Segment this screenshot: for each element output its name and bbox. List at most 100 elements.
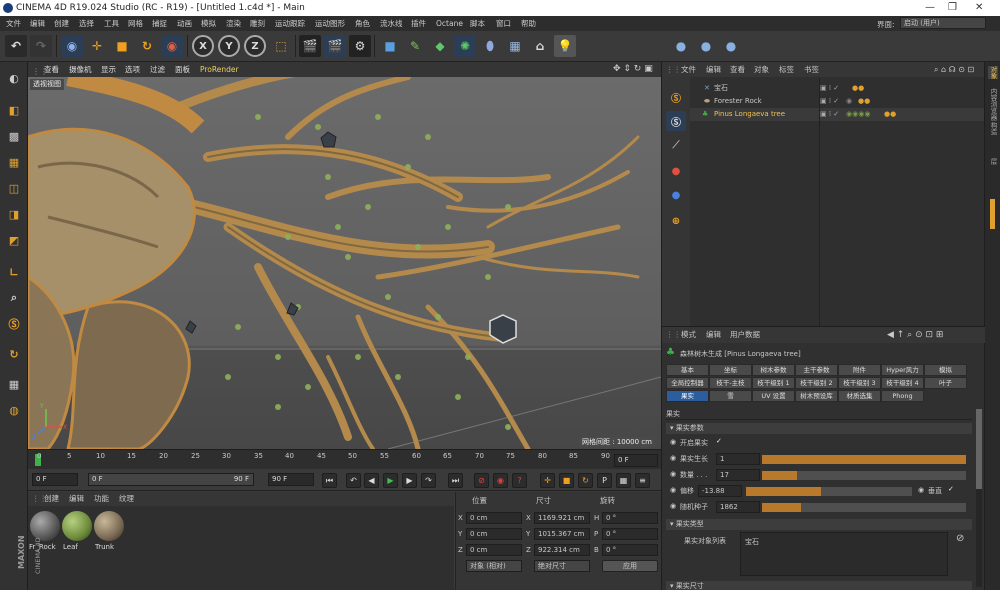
tab-layers[interactable]: 层 <box>988 158 998 165</box>
random-seed-slider[interactable] <box>762 503 966 512</box>
model-mode-icon[interactable]: ◧ <box>3 99 25 121</box>
points-mode-icon[interactable]: ◫ <box>3 177 25 199</box>
end-frame-field[interactable]: 90 F <box>268 473 314 486</box>
object-name[interactable]: Pinus Longaeva tree <box>714 108 785 121</box>
x-axis-lock-icon[interactable]: X <box>192 35 214 57</box>
visibility-icon[interactable]: ▣ ⁞ ✓ <box>820 95 839 108</box>
tab-structure[interactable]: 构造 <box>988 122 998 135</box>
rotation-p-field[interactable]: 0 ° <box>602 528 658 540</box>
visibility-icon[interactable]: ▣ ⁞ ✓ <box>820 82 839 95</box>
axis-mode-icon[interactable]: ∟ <box>3 261 25 283</box>
move-icon[interactable]: ✛ <box>86 35 108 57</box>
object-row-selected[interactable]: ♣ Pinus Longaeva tree ▣ ⁞ ✓ ◉◉◉◉ ●● <box>690 108 985 121</box>
tab-tree-params[interactable]: 树木参数 <box>752 364 795 376</box>
apply-button[interactable]: 应用 <box>602 560 658 572</box>
menu-snap[interactable]: 捕捉 <box>152 16 167 31</box>
scale-icon[interactable]: ■ <box>111 35 133 57</box>
interface-select[interactable]: 启动 (用户) <box>900 17 986 29</box>
generator-icon[interactable]: ◆ <box>429 35 451 57</box>
radio-icon[interactable]: ◉ <box>670 454 676 462</box>
viewport-menu-camera[interactable]: 摄像机 <box>69 62 92 77</box>
menu-select[interactable]: 选择 <box>79 16 94 31</box>
menu-mesh[interactable]: 网格 <box>128 16 143 31</box>
menu-tools[interactable]: 工具 <box>104 16 119 31</box>
object-name[interactable]: 宝石 <box>714 82 728 95</box>
tab-uv-settings[interactable]: UV 设置 <box>752 390 795 402</box>
prev-frame-icon[interactable]: ◀ <box>364 473 379 488</box>
menu-mograph[interactable]: 运动图形 <box>315 16 345 31</box>
rotate-icon[interactable]: ↻ <box>136 35 158 57</box>
attribute-scrollbar[interactable] <box>976 409 982 587</box>
position-x-field[interactable]: 0 cm <box>466 512 522 524</box>
object-menu-edit[interactable]: 编辑 <box>706 62 721 77</box>
prev-key-icon[interactable]: ↶ <box>346 473 361 488</box>
object-name[interactable]: Forester Rock <box>714 95 762 108</box>
list-options-icon[interactable]: ⊘ <box>956 533 964 544</box>
floor-object-icon[interactable]: ▦ <box>504 35 526 57</box>
material-menu-create[interactable]: 创建 <box>44 492 59 506</box>
tab-coord[interactable]: 坐标 <box>709 364 752 376</box>
maximize-icon[interactable]: ❐ <box>948 0 957 16</box>
material-menu-edit[interactable]: 编辑 <box>69 492 84 506</box>
object-search-icons[interactable]: ⌕ ⌂ ☊ ⊙ ⊡ <box>934 62 974 77</box>
tweak-mode-icon[interactable]: ⌕ <box>3 287 25 309</box>
tab-fruit-active[interactable]: 果实 <box>666 390 709 402</box>
coord-mode-select[interactable]: 对象 (相对) <box>466 560 522 572</box>
key-scale-icon[interactable]: ■ <box>559 473 574 488</box>
keyframe-selection-icon[interactable]: ? <box>512 473 527 488</box>
fruit-list-item[interactable]: 宝石 <box>745 537 759 547</box>
random-seed-field[interactable]: 1862 <box>716 501 760 513</box>
snap-toggle-icon[interactable]: Ⓢ <box>666 111 686 131</box>
tab-main-branch[interactable]: 枝干-主枝 <box>709 377 752 389</box>
group-fruit-type[interactable]: ▾ 果实类型 <box>666 519 972 530</box>
y-axis-lock-icon[interactable]: Y <box>218 35 240 57</box>
visibility-icon[interactable]: ▣ ⁞ ✓ <box>820 108 839 121</box>
attribute-menu-userdata[interactable]: 用户数据 <box>730 327 760 343</box>
record-keys-icon[interactable]: ⊘ <box>474 473 489 488</box>
viewport-menu-panel[interactable]: 面板 <box>175 62 190 77</box>
vertical-checkbox[interactable]: ✓ <box>948 485 954 493</box>
render-view-icon[interactable]: 🎬 <box>299 35 321 57</box>
menu-help[interactable]: 帮助 <box>521 16 536 31</box>
menu-motion-tracking[interactable]: 运动跟踪 <box>275 16 305 31</box>
object-row[interactable]: ⬬ Forester Rock ▣ ⁞ ✓ ◉ ●● <box>690 95 985 108</box>
menu-edit[interactable]: 编辑 <box>30 16 45 31</box>
scrollbar-thumb[interactable] <box>976 409 982 489</box>
menu-character[interactable]: 角色 <box>355 16 370 31</box>
lock-workplane-icon[interactable]: ◍ <box>3 399 25 421</box>
octane-materials-icon[interactable]: ● <box>720 35 742 57</box>
play-icon[interactable]: ▶ <box>383 473 398 488</box>
tab-basic[interactable]: 基本 <box>666 364 709 376</box>
timeline-end-field[interactable]: 0 F <box>614 454 658 467</box>
quantize-icon[interactable]: ● <box>666 161 686 181</box>
redo-icon[interactable]: ↷ <box>30 35 52 57</box>
fruit-growth-slider[interactable] <box>762 455 966 464</box>
spline-pen-icon[interactable]: ✎ <box>404 35 426 57</box>
viewport-menu-filter[interactable]: 过滤 <box>150 62 165 77</box>
size-z-field[interactable]: 922.314 cm <box>534 544 590 556</box>
workplane-lock-icon[interactable]: ▦ <box>3 373 25 395</box>
object-menu-bookmarks[interactable]: 书签 <box>804 62 819 77</box>
menu-render[interactable]: 渲染 <box>226 16 241 31</box>
menu-simulate[interactable]: 模拟 <box>201 16 216 31</box>
render-settings-icon[interactable]: ⚙ <box>349 35 371 57</box>
auto-key-icon[interactable]: ◉ <box>493 473 508 488</box>
tab-branch-level-3[interactable]: 枝干级别 3 <box>838 377 881 389</box>
attribute-menu-edit[interactable]: 编辑 <box>706 327 721 343</box>
undo-icon[interactable]: ↶ <box>5 35 27 57</box>
menu-animate[interactable]: 动画 <box>177 16 192 31</box>
recent-tool-icon[interactable]: ◉ <box>161 35 183 57</box>
object-row[interactable]: ✕ 宝石 ▣ ⁞ ✓ ●● <box>690 82 985 95</box>
edges-mode-icon[interactable]: ◨ <box>3 203 25 225</box>
material-tag-icon[interactable]: ◉ <box>846 95 852 108</box>
coordinate-system-icon[interactable]: ⬚ <box>270 35 292 57</box>
group-fruit-size[interactable]: ▾ 果实尺寸 <box>666 581 972 590</box>
tab-leaves[interactable]: 叶子 <box>924 377 967 389</box>
snap-icon[interactable]: Ⓢ <box>3 313 25 335</box>
key-rotation-icon[interactable]: ↻ <box>578 473 593 488</box>
group-fruit-params[interactable]: ▾ 果实参数 <box>666 423 972 434</box>
position-y-field[interactable]: 0 cm <box>466 528 522 540</box>
menu-pipeline[interactable]: 流水线 <box>380 16 403 31</box>
enable-fruit-checkbox[interactable]: ✓ <box>716 437 722 445</box>
tab-attachments[interactable]: 附件 <box>838 364 881 376</box>
